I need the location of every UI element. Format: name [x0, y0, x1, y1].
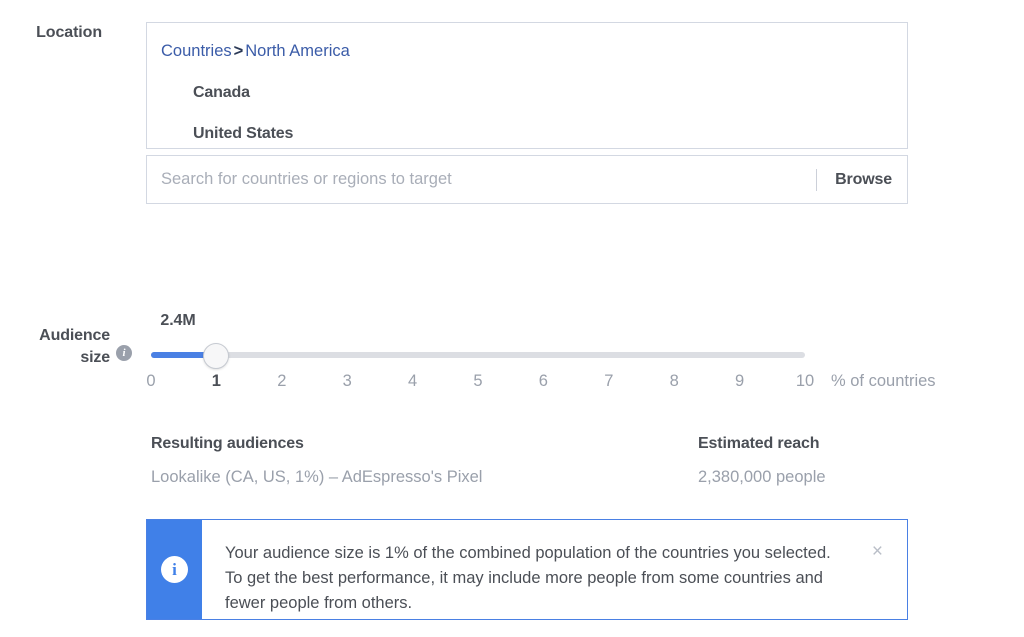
- browse-button[interactable]: Browse: [835, 171, 907, 189]
- info-banner: i Your audience size is 1% of the combin…: [146, 519, 908, 620]
- slider-tick-10[interactable]: 10: [796, 372, 814, 391]
- search-browse-divider: [816, 168, 818, 191]
- resulting-audiences-value: Lookalike (CA, US, 1%) – AdEspresso's Pi…: [151, 468, 483, 486]
- audience-size-slider[interactable]: [151, 343, 805, 369]
- selected-locations-box: Countries > North America Canada United St…: [146, 22, 908, 149]
- breadcrumb-link-north-america[interactable]: North America: [245, 42, 350, 60]
- slider-tick-1[interactable]: 1: [212, 372, 221, 391]
- location-search-input[interactable]: [147, 156, 817, 203]
- estimated-reach-heading: Estimated reach: [698, 435, 820, 452]
- slider-tick-6[interactable]: 6: [539, 372, 548, 391]
- audience-size-label-line2: size: [80, 349, 110, 366]
- slider-tick-4[interactable]: 4: [408, 372, 417, 391]
- slider-thumb[interactable]: [203, 343, 230, 369]
- info-icon: i: [161, 556, 188, 583]
- audience-size-label-line1: Audience: [39, 327, 110, 344]
- slider-tick-3[interactable]: 3: [343, 372, 352, 391]
- audience-size-field-label: Audience size: [22, 325, 110, 369]
- info-banner-body: Your audience size is 1% of the combined…: [202, 520, 907, 619]
- slider-tick-8[interactable]: 8: [670, 372, 679, 391]
- resulting-audiences-column: Resulting audiences Lookalike (CA, US, 1…: [151, 435, 482, 487]
- info-banner-message: Your audience size is 1% of the combined…: [225, 544, 831, 612]
- location-field-label: Location: [36, 24, 102, 41]
- estimated-reach-value: 2,380,000 people: [698, 468, 826, 486]
- breadcrumb-separator: >: [233, 42, 244, 60]
- location-search-box: Browse: [146, 155, 908, 204]
- slider-tick-9[interactable]: 9: [735, 372, 744, 391]
- close-icon[interactable]: ×: [872, 542, 883, 561]
- breadcrumb: Countries > North America: [161, 41, 907, 61]
- info-icon[interactable]: i: [116, 344, 132, 361]
- audience-size-value-label: 2.4M: [160, 312, 196, 329]
- info-banner-accent-strip: i: [147, 520, 202, 619]
- breadcrumb-link-countries[interactable]: Countries: [161, 42, 232, 60]
- selected-country-canada[interactable]: Canada: [193, 84, 907, 102]
- slider-track[interactable]: [151, 352, 805, 358]
- estimated-reach-column: Estimated reach 2,380,000 people: [698, 435, 826, 487]
- slider-tick-5[interactable]: 5: [473, 372, 482, 391]
- selected-country-united-states[interactable]: United States: [193, 125, 907, 143]
- audience-size-label-wrap: Audience size i: [0, 325, 132, 369]
- location-panel: Countries > North America Canada United St…: [146, 22, 908, 204]
- slider-tick-2[interactable]: 2: [277, 372, 286, 391]
- slider-tick-0[interactable]: 0: [146, 372, 155, 391]
- resulting-audiences-heading: Resulting audiences: [151, 435, 304, 452]
- slider-unit-label: % of countries: [831, 372, 936, 390]
- slider-tick-7[interactable]: 7: [604, 372, 613, 391]
